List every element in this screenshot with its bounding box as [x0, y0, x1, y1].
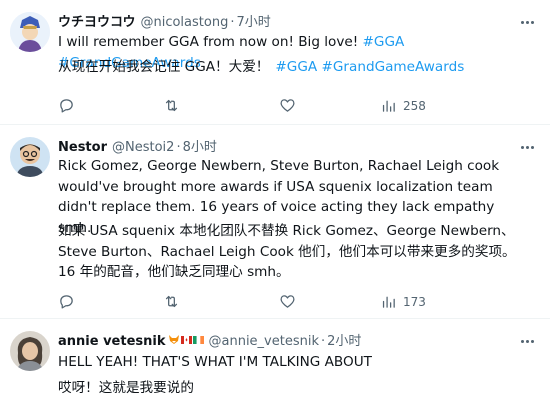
separator-dot: ·: [321, 334, 326, 349]
text-plain: 从现在开始我会记住 GGA！大爱！: [58, 59, 270, 75]
tweet-2[interactable]: Nestor @Nestoi2 · 8小时 Rick Gomez, George…: [0, 125, 550, 316]
avatar[interactable]: [10, 12, 50, 52]
views-icon: [382, 296, 395, 308]
views-button[interactable]: 258: [380, 97, 426, 114]
action-bar: 173: [58, 293, 498, 311]
tweet-1[interactable]: ウチヨウコウ @nicolastong · 7小时 I will remembe…: [0, 0, 550, 124]
display-name[interactable]: ウチヨウコウ: [58, 11, 135, 30]
avatar[interactable]: [10, 137, 50, 177]
timestamp[interactable]: 2小时: [327, 330, 361, 349]
user-handle[interactable]: @nicolastong: [140, 15, 228, 30]
separator-dot: ·: [230, 15, 235, 30]
avatar[interactable]: [10, 331, 50, 371]
ireland-flag-icon: [192, 335, 204, 344]
display-name-text: annie vetesnik: [58, 334, 166, 349]
views-count: 258: [403, 98, 426, 113]
retweet-icon: [165, 99, 178, 112]
canada-flag-icon: [180, 335, 192, 344]
fox-emoji-icon: [168, 335, 179, 344]
retweet-button[interactable]: [163, 97, 180, 114]
like-button[interactable]: [279, 293, 296, 310]
like-icon: [280, 99, 295, 112]
separator-dot: ·: [176, 140, 181, 155]
text-plain: I will remember GGA from now on! Big lov…: [58, 34, 363, 50]
tweet-text-cn: 如果 USA squenix 本地化团队不替换 Rick Gomez、Georg…: [58, 223, 516, 280]
retweet-button[interactable]: [163, 293, 180, 310]
display-name[interactable]: Nestor: [58, 140, 107, 155]
tweet-text-cn: 从现在开始我会记住 GGA！大爱！ #GGA #GrandGameAwards: [58, 57, 528, 78]
action-bar: 258: [58, 97, 498, 115]
timestamp[interactable]: 7小时: [236, 11, 270, 30]
timestamp[interactable]: 8小时: [183, 136, 217, 155]
more-icon[interactable]: [518, 15, 536, 29]
views-icon: [382, 100, 395, 112]
views-count: 173: [403, 294, 426, 309]
tweet-text-cn: 哎呀！这就是我要说的: [58, 380, 194, 396]
more-icon[interactable]: [518, 334, 536, 348]
name-emoji: [168, 334, 204, 345]
tweet-header: Nestor @Nestoi2 · 8小时: [58, 136, 217, 155]
display-name[interactable]: annie vetesnik: [58, 334, 204, 349]
user-handle[interactable]: @annie_vetesnik: [209, 334, 320, 349]
retweet-icon: [165, 295, 178, 308]
user-handle[interactable]: @Nestoi2: [112, 140, 174, 155]
more-icon[interactable]: [518, 140, 536, 154]
reply-icon: [60, 99, 73, 113]
reply-button[interactable]: [58, 97, 75, 114]
like-button[interactable]: [279, 97, 296, 114]
reply-button[interactable]: [58, 293, 75, 310]
tweet-3[interactable]: annie vetesnik @annie_vetesnik · 2小时 HEL…: [0, 319, 550, 409]
like-icon: [280, 295, 295, 308]
tweet-header: annie vetesnik @annie_vetesnik · 2小时: [58, 330, 361, 349]
hashtag-link[interactable]: #GGA #GrandGameAwards: [275, 59, 464, 75]
tweet-text-en: HELL YEAH! THAT'S WHAT I'M TALKING ABOUT: [58, 354, 372, 370]
reply-icon: [60, 295, 73, 309]
views-button[interactable]: 173: [380, 293, 426, 310]
tweet-header: ウチヨウコウ @nicolastong · 7小时: [58, 11, 271, 30]
